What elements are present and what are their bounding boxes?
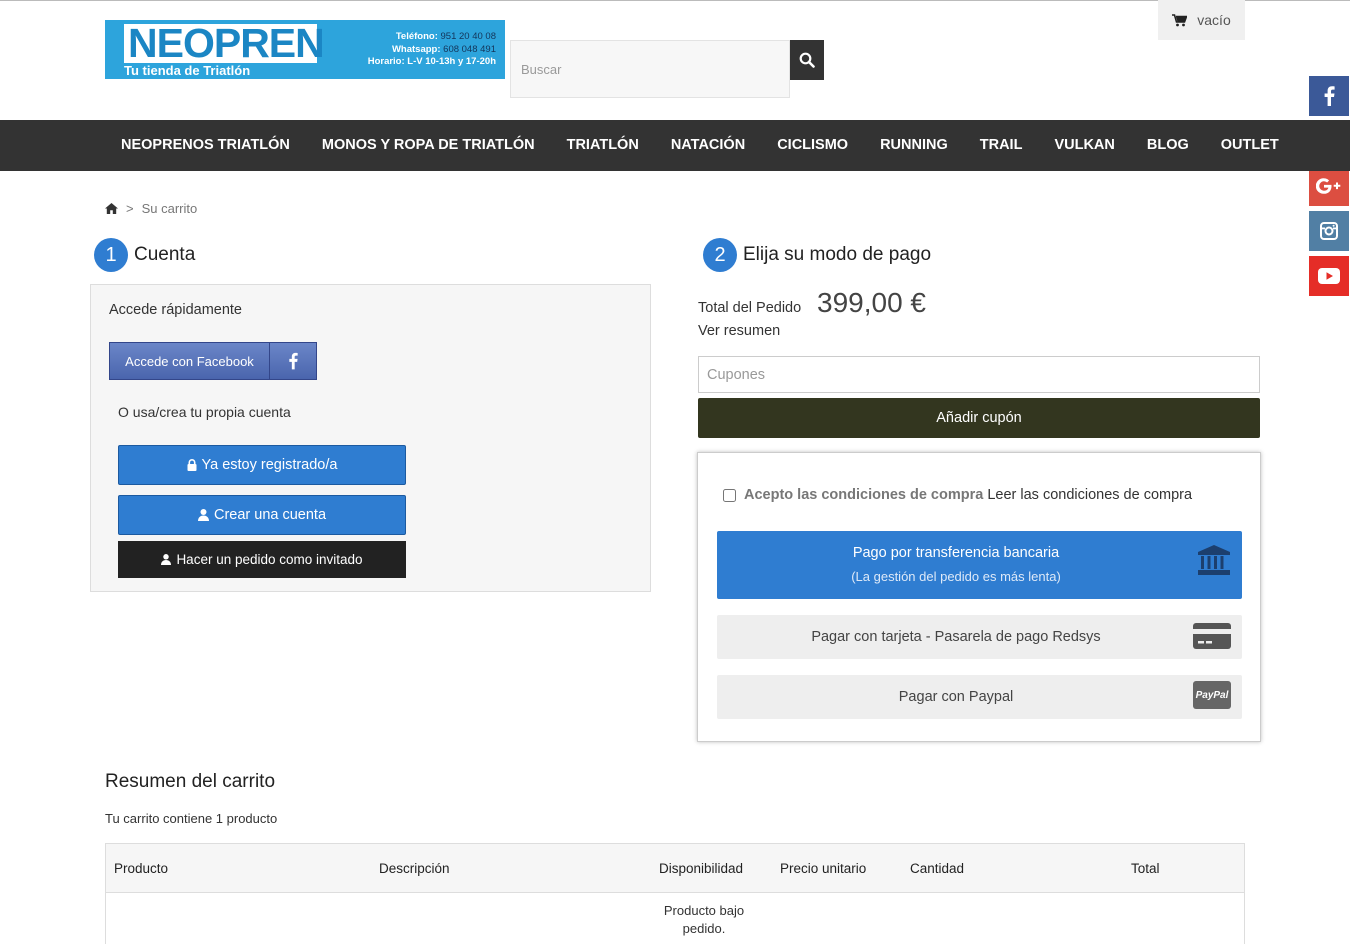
nav-item-natacion[interactable]: NATACIÓN: [655, 120, 761, 171]
step-account-title: Cuenta: [134, 244, 196, 265]
breadcrumb-separator: >: [126, 201, 134, 216]
view-summary-link[interactable]: Ver resumen: [698, 323, 780, 339]
social-google-plus-link[interactable]: [1309, 166, 1349, 206]
social-facebook-link[interactable]: [1309, 76, 1349, 116]
top-border: [0, 0, 1350, 1]
paypal-icon: PayPal: [1193, 681, 1231, 709]
credit-card-icon: [1193, 623, 1231, 649]
step-payment-header: 2 Elija su modo de pago: [703, 238, 931, 272]
nav-item-ciclismo[interactable]: CICLISMO: [761, 120, 864, 171]
nav-item-vulkan[interactable]: VULKAN: [1038, 120, 1130, 171]
column-header-product: Producto: [114, 861, 169, 876]
nav-item-running[interactable]: RUNNING: [864, 120, 964, 171]
cart-table-header: Producto Descripción Disponibilidad Prec…: [106, 844, 1244, 893]
registered-login-button[interactable]: Ya estoy registrado/a: [118, 445, 406, 485]
whatsapp-label: Whatsapp:: [391, 43, 441, 55]
payment-methods-panel: Acepto las condiciones de compra Leer la…: [697, 452, 1261, 742]
breadcrumb-current: Su carrito: [141, 201, 198, 216]
guest-checkout-label: Hacer un pedido como invitado: [176, 552, 363, 567]
cart-item-count: Tu carrito contiene 1 producto: [105, 811, 278, 826]
table-row-availability: Producto bajo pedido.: [663, 903, 745, 936]
facebook-login-button[interactable]: Accede con Facebook: [109, 342, 317, 380]
terms-accept-label[interactable]: Acepto las condiciones de compra: [744, 487, 983, 503]
step-payment-title: Elija su modo de pago: [743, 244, 932, 265]
whatsapp-value: 608 048 491: [443, 43, 496, 55]
logo-wordmark-box: NEOPREN: [124, 23, 325, 64]
create-account-button[interactable]: Crear una cuenta: [118, 495, 406, 535]
main-nav: NEOPRENOS TRIATLÓN MONOS Y ROPA DE TRIAT…: [0, 120, 1350, 171]
facebook-icon: [1324, 86, 1335, 106]
search-button[interactable]: [790, 40, 824, 80]
nav-item-triatlon[interactable]: TRIATLÓN: [551, 120, 655, 171]
own-account-title: O usa/crea tu propia cuenta: [118, 404, 291, 420]
logo-wordmark: NEOPREN: [128, 20, 325, 66]
account-panel: Accede rápidamente Accede con Facebook O…: [90, 284, 651, 592]
column-header-description: Descripción: [379, 861, 450, 876]
social-instagram-link[interactable]: [1309, 211, 1349, 251]
column-header-quantity: Cantidad: [910, 861, 965, 876]
social-youtube-link[interactable]: [1309, 256, 1349, 296]
nav-item-outlet[interactable]: OUTLET: [1205, 120, 1295, 171]
bank-transfer-note: (La gestión del pedido es más lenta): [851, 569, 1061, 584]
breadcrumb: > Su carrito: [105, 201, 197, 216]
column-header-availability: Disponibilidad: [659, 861, 744, 876]
quick-login-title: Accede rápidamente: [109, 302, 242, 318]
terms-row: Acepto las condiciones de compra Leer la…: [723, 487, 1192, 503]
pay-card-redsys-button[interactable]: Pagar con tarjeta - Pasarela de pago Red…: [717, 615, 1242, 659]
order-total-label: Total del Pedido: [698, 300, 802, 316]
column-header-total: Total: [1131, 861, 1160, 876]
phone-label: Teléfono:: [395, 31, 438, 42]
nav-item-neoprenos-triatlon[interactable]: NEOPRENOS TRIATLÓN: [105, 120, 306, 171]
step-number-badge: 1: [94, 238, 128, 272]
logo-contact: Teléfono: 951 20 40 08 Whatsapp: 608 048…: [368, 31, 496, 69]
search-icon: [799, 52, 815, 68]
pay-paypal-button[interactable]: Pagar con Paypal PayPal: [717, 675, 1242, 719]
cart-summary-title: Resumen del carrito: [105, 771, 276, 792]
instagram-icon: [1320, 222, 1338, 240]
google-plus-icon: [1316, 178, 1341, 194]
store-logo[interactable]: NEOPREN Tu tienda de Triatlón Teléfono: …: [105, 20, 505, 79]
youtube-icon: [1318, 268, 1340, 284]
step-number-badge: 2: [703, 238, 737, 272]
guest-checkout-button[interactable]: Hacer un pedido como invitado: [118, 541, 406, 578]
nav-item-blog[interactable]: BLOG: [1131, 120, 1205, 171]
step-account-header: 1 Cuenta: [94, 238, 195, 272]
cart-label: vacío: [1197, 12, 1231, 28]
phone-value: 951 20 40 08: [440, 31, 496, 42]
nav-item-trail[interactable]: TRAIL: [964, 120, 1039, 171]
paypal-option-label: Pagar con Paypal: [898, 689, 1014, 705]
home-icon[interactable]: [105, 203, 118, 214]
logo-tagline: Tu tienda de Triatlón: [124, 63, 251, 78]
facebook-icon: [289, 352, 298, 370]
facebook-login-label: Accede con Facebook: [110, 343, 270, 379]
cart-button[interactable]: vacío: [1158, 0, 1245, 40]
bank-icon: [1198, 545, 1230, 575]
pay-bank-transfer-button[interactable]: Pago por transferencia bancaria (La gest…: [717, 531, 1242, 599]
card-option-label: Pagar con tarjeta - Pasarela de pago Red…: [811, 629, 1101, 645]
lock-icon: [187, 459, 197, 471]
nav-item-monos-ropa-triatlon[interactable]: MONOS Y ROPA DE TRIATLÓN: [306, 120, 551, 171]
user-icon: [197, 509, 209, 521]
cart-table: Producto Descripción Disponibilidad Prec…: [105, 843, 1245, 944]
coupon-input[interactable]: [698, 356, 1260, 393]
store-hours: Horario: L-V 10-13h y 17-20h: [367, 56, 496, 67]
registered-login-label: Ya estoy registrado/a: [201, 457, 338, 473]
search-input[interactable]: [510, 40, 790, 98]
user-icon: [161, 554, 172, 565]
add-coupon-button[interactable]: Añadir cupón: [698, 398, 1260, 438]
terms-read-link[interactable]: Leer las condiciones de compra: [987, 487, 1192, 503]
bank-transfer-title: Pago por transferencia bancaria: [852, 545, 1060, 561]
create-account-label: Crear una cuenta: [213, 507, 327, 523]
column-header-unit-price: Precio unitario: [780, 861, 867, 876]
cart-icon: [1172, 13, 1188, 26]
order-total-value: 399,00 €: [817, 287, 926, 318]
terms-checkbox[interactable]: [723, 488, 736, 502]
